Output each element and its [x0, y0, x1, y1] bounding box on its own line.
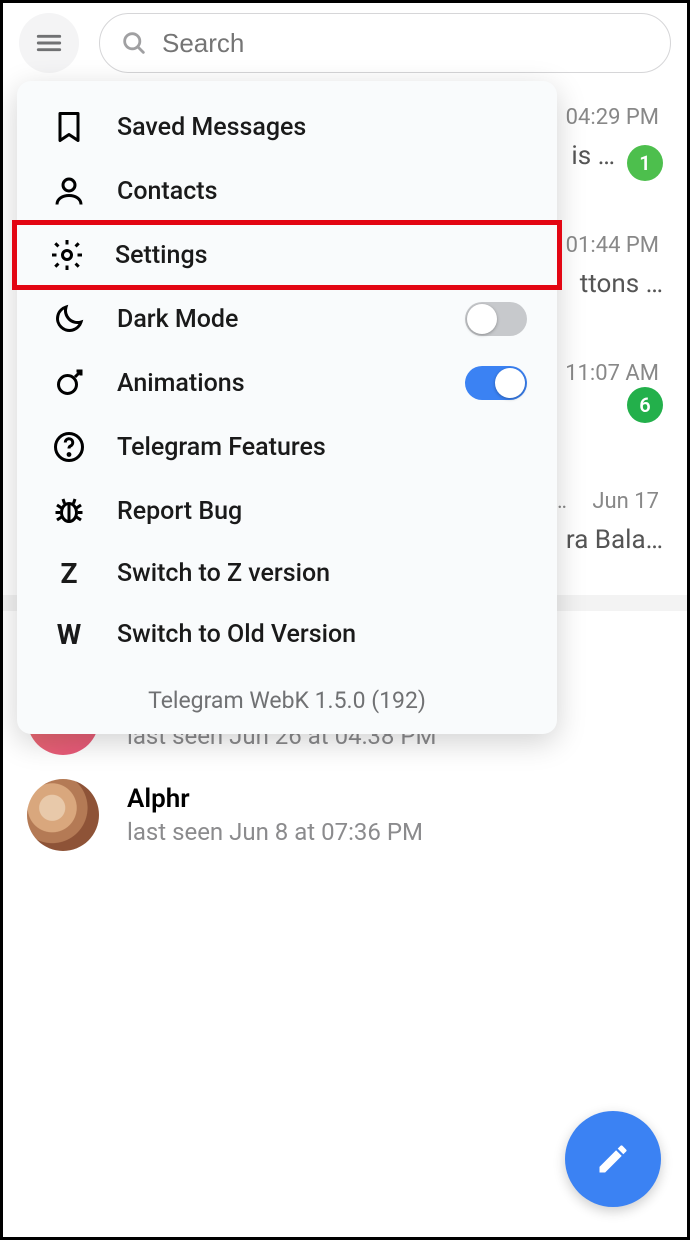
pencil-icon — [595, 1141, 631, 1177]
main-menu: Saved Messages Contacts Settings Dark Mo… — [17, 81, 557, 734]
hamburger-icon — [33, 27, 65, 59]
unread-badge: 6 — [627, 387, 663, 423]
menu-item-dark-mode[interactable]: Dark Mode — [17, 287, 557, 351]
chat-snippet: ttons … — [580, 269, 663, 299]
topbar — [3, 3, 687, 83]
menu-label: Settings — [115, 241, 208, 270]
unread-badge: 1 — [627, 145, 663, 181]
menu-item-saved-messages[interactable]: Saved Messages — [17, 95, 557, 159]
moon-icon — [51, 301, 87, 337]
menu-item-animations[interactable]: Animations — [17, 351, 557, 415]
bug-icon — [51, 493, 87, 529]
search-icon — [120, 29, 148, 57]
w-icon: W — [51, 618, 87, 651]
search-input[interactable] — [162, 28, 650, 59]
menu-label: Switch to Z version — [117, 559, 330, 588]
menu-label: Dark Mode — [117, 305, 238, 334]
menu-item-switch-z[interactable]: Z Switch to Z version — [17, 543, 557, 604]
help-icon — [51, 429, 87, 465]
menu-item-report-bug[interactable]: Report Bug — [17, 479, 557, 543]
person-icon — [51, 173, 87, 209]
menu-label: Contacts — [117, 177, 217, 206]
menu-label: Telegram Features — [117, 433, 326, 462]
chat-time: 11:07 AM — [565, 361, 659, 386]
chat-time: 01:44 PM — [566, 233, 659, 258]
menu-button[interactable] — [19, 13, 79, 73]
contact-status: last seen Jun 8 at 07:36 PM — [127, 818, 423, 846]
bookmark-icon — [51, 109, 87, 145]
dark-mode-toggle[interactable] — [465, 302, 527, 336]
menu-label: Switch to Old Version — [117, 620, 356, 649]
menu-version: Telegram WebK 1.5.0 (192) — [17, 665, 557, 714]
menu-item-settings[interactable]: Settings — [15, 223, 559, 287]
chat-snippet: ra Bala… — [566, 525, 663, 555]
chat-snippet: is … — [571, 141, 615, 171]
contact-name: Alphr — [127, 784, 423, 814]
menu-item-features[interactable]: Telegram Features — [17, 415, 557, 479]
chat-time: 04:29 PM — [566, 105, 659, 130]
compose-button[interactable] — [565, 1111, 661, 1207]
chat-date: Jun 17 — [592, 489, 659, 514]
menu-label: Report Bug — [117, 497, 242, 526]
search-box[interactable] — [99, 13, 671, 73]
menu-label: Animations — [117, 369, 245, 398]
menu-label: Saved Messages — [117, 113, 306, 142]
z-icon: Z — [51, 557, 87, 590]
menu-item-contacts[interactable]: Contacts — [17, 159, 557, 223]
avatar — [27, 779, 99, 851]
menu-item-switch-old[interactable]: W Switch to Old Version — [17, 604, 557, 665]
animation-icon — [51, 365, 87, 401]
animations-toggle[interactable] — [465, 366, 527, 400]
gear-icon — [49, 237, 85, 273]
contact-row[interactable]: Alphr last seen Jun 8 at 07:36 PM — [3, 767, 687, 863]
